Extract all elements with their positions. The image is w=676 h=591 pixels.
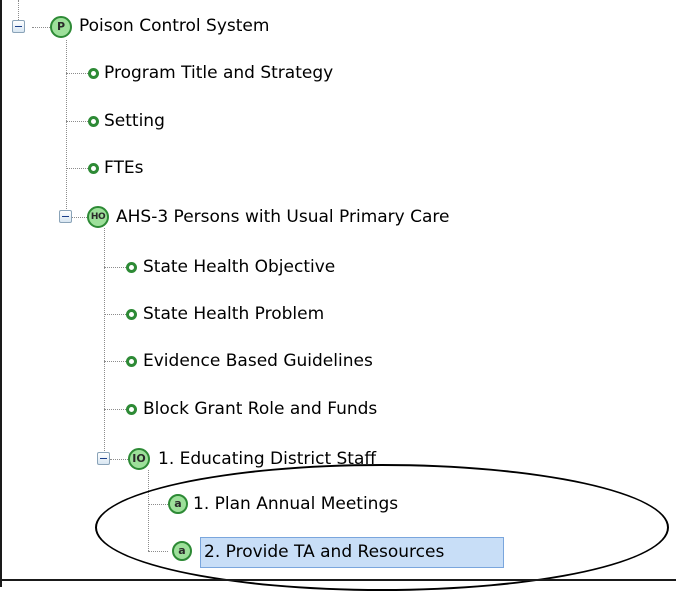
tree-connector [66,121,88,122]
tree-connector [104,409,126,410]
tree-connector [110,459,128,460]
panel-border-left [0,0,2,587]
tree-node-state-health-objective[interactable]: State Health Objective [143,256,335,278]
program-badge-icon: P [50,16,72,38]
tree-connector [104,314,126,315]
collapse-toggle[interactable] [97,452,110,465]
tree-node-block-grant-role-and-funds[interactable]: Block Grant Role and Funds [143,398,377,420]
tree-connector [104,361,126,362]
leaf-node-icon [126,262,137,273]
intermediate-objective-badge-icon: IO [128,448,150,470]
tree-node-state-health-problem[interactable]: State Health Problem [143,303,324,325]
leaf-node-icon [126,309,137,320]
tree-node-program-title-and-strategy[interactable]: Program Title and Strategy [104,62,333,84]
tree-connector [72,217,87,218]
tree-connector [66,73,88,74]
tree-node-ftes[interactable]: FTEs [104,157,143,179]
tree-node-setting[interactable]: Setting [104,110,165,132]
tree-connector [66,168,88,169]
leaf-node-icon [88,163,99,174]
annotation-ellipse [95,464,669,591]
health-objective-badge-icon: HO [87,206,109,228]
tree-node-poison-control-system[interactable]: Poison Control System [79,15,269,37]
collapse-toggle[interactable] [59,210,72,223]
leaf-node-icon [126,356,137,367]
tree-node-ahs-3[interactable]: AHS-3 Persons with Usual Primary Care [116,206,450,228]
leaf-node-icon [88,68,99,79]
tree-connector [32,27,50,28]
collapse-toggle[interactable] [12,20,25,33]
tree-connector [104,267,126,268]
panel-border-bottom [0,579,676,581]
tree-connector [66,40,67,215]
tree-connector [104,228,105,461]
leaf-node-icon [88,116,99,127]
leaf-node-icon [126,404,137,415]
tree-node-evidence-based-guidelines[interactable]: Evidence Based Guidelines [143,350,373,372]
